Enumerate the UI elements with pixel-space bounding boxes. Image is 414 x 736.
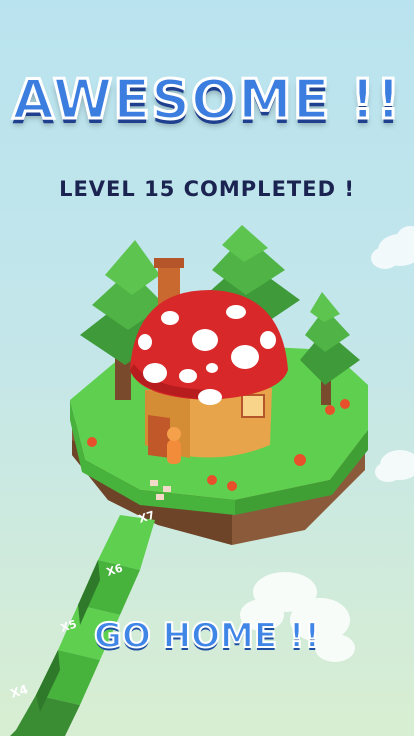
go-home-button[interactable]: GO HOME !! xyxy=(70,606,344,666)
level-completed-text: LEVEL 15 COMPLETED ! xyxy=(59,177,355,201)
house-door xyxy=(148,415,170,458)
multiplier-label-x4: X4 xyxy=(9,682,30,701)
chimney-top xyxy=(154,258,184,268)
house-window xyxy=(241,394,265,418)
mushroom-house xyxy=(130,290,288,458)
player-character xyxy=(167,427,181,464)
cloud-right-top xyxy=(371,226,414,269)
cloud-right-mid xyxy=(375,450,414,482)
awesome-headline: AWESOME !! xyxy=(11,67,402,133)
